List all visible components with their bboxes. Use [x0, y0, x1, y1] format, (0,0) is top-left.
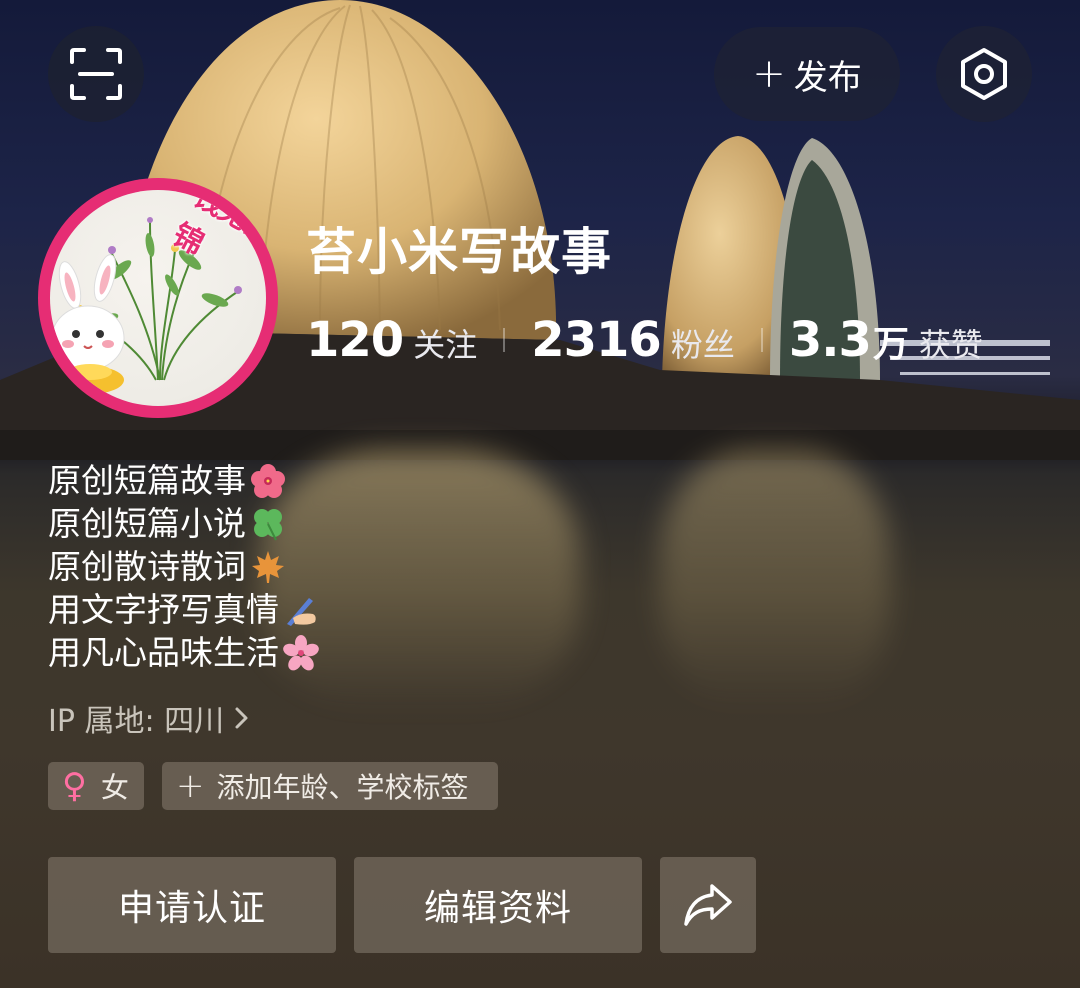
plus-icon: +	[752, 51, 786, 97]
gender-tag[interactable]: ♀ 女	[48, 762, 144, 810]
publish-button[interactable]: + 发布	[714, 27, 900, 121]
four-leaf-clover-icon	[254, 508, 282, 540]
ip-location[interactable]: IP 属地: 四川	[48, 696, 252, 740]
hibiscus-icon	[251, 463, 285, 498]
bio: 原创短篇故事 原创短篇小说 原创散诗散词 用文字抒写真情 用凡心品味生活	[48, 459, 319, 674]
scan-button[interactable]	[48, 26, 144, 122]
edit-profile-label: 编辑资料	[423, 888, 572, 929]
bio-line: 用文字抒写真情	[48, 588, 319, 631]
stat-label: 关注	[413, 326, 478, 364]
bio-text: 原创散诗散词	[48, 547, 246, 586]
share-button[interactable]	[660, 857, 756, 953]
verify-label: 申请认证	[117, 888, 266, 929]
stat-label: 粉丝	[670, 326, 735, 364]
bio-text: 用文字抒写真情	[48, 590, 279, 629]
edit-profile-button[interactable]: 编辑资料	[354, 857, 642, 953]
scan-icon	[70, 48, 122, 100]
settings-button[interactable]	[936, 26, 1032, 122]
plus-icon: +	[176, 766, 205, 806]
add-tag-label: 添加年龄、学校标签	[216, 771, 469, 804]
bio-text: 原创短篇小说	[48, 504, 246, 543]
bio-line: 原创短篇小说	[48, 502, 319, 545]
stat-followers[interactable]: 2316 粉丝	[531, 312, 735, 368]
stat-following[interactable]: 120 关注	[306, 312, 477, 368]
chevron-right-icon	[235, 707, 248, 729]
settings-hexagon-icon	[961, 48, 1007, 100]
share-arrow-icon	[684, 884, 732, 926]
bio-line: 用凡心品味生活	[48, 631, 319, 674]
stat-value: 2316	[531, 312, 662, 368]
bio-text: 用凡心品味生活	[48, 633, 279, 672]
female-icon: ♀	[62, 766, 87, 806]
stat-value: 120	[306, 312, 404, 368]
stat-divider	[760, 328, 763, 352]
avatar[interactable]: 钱兔似锦	[38, 178, 278, 418]
profile-stats: 120 关注 2316 粉丝 3.3 万 获赞	[306, 312, 983, 368]
ip-location-text: IP 属地: 四川	[48, 704, 225, 739]
gender-label: 女	[100, 771, 129, 804]
stat-unit: 万	[872, 324, 909, 365]
publish-label: 发布	[793, 57, 862, 98]
stat-likes[interactable]: 3.3 万 获赞	[789, 312, 983, 368]
verify-button[interactable]: 申请认证	[48, 857, 336, 953]
stat-divider	[503, 328, 506, 352]
add-tag-button[interactable]: + 添加年龄、学校标签	[162, 762, 498, 810]
bio-line: 原创散诗散词	[48, 545, 319, 588]
bio-line: 原创短篇故事	[48, 459, 319, 502]
stat-label: 获赞	[918, 326, 983, 364]
nickname: 苔小米写故事	[306, 223, 612, 281]
maple-leaf-icon	[252, 550, 284, 583]
stat-value: 3.3	[788, 312, 872, 368]
writing-hand-icon	[287, 597, 316, 626]
cherry-blossom-icon	[283, 634, 319, 670]
bio-text: 原创短篇故事	[48, 461, 246, 500]
